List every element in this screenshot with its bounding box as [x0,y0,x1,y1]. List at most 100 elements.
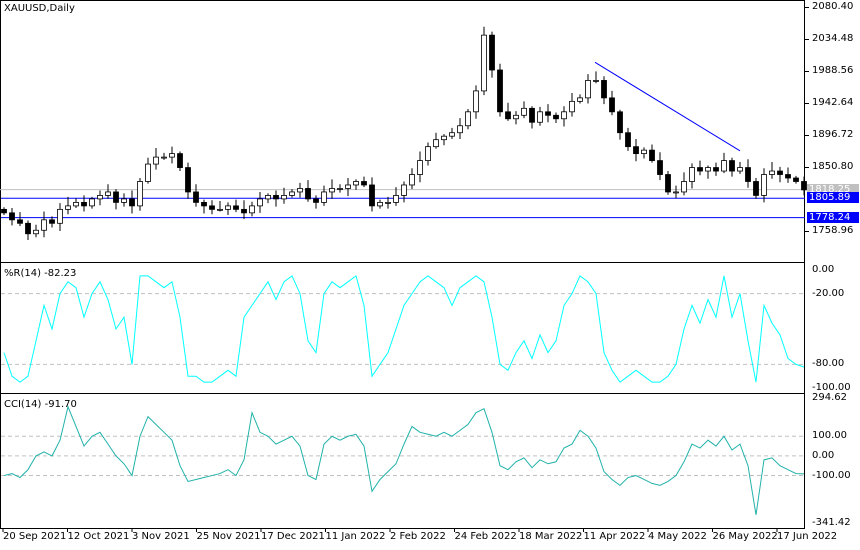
bear-candle [49,219,55,224]
bear-candle [177,153,183,168]
bear-candle [25,222,31,235]
bear-candle [545,111,551,116]
bull-candle [737,167,743,172]
date-label: 20 Sep 2021 [3,531,67,542]
bull-candle [513,114,519,120]
bear-candle [649,149,655,161]
bull-candle [569,100,575,113]
bear-candle [233,205,239,210]
bear-candle [313,198,319,203]
bull-candle [73,202,79,207]
bull-candle [65,205,71,210]
bear-candle [193,191,199,203]
bull-candle [521,107,527,116]
bull-candle [385,202,391,204]
bear-candle [697,167,703,172]
bull-candle [225,205,231,210]
date-label: 26 May 2022 [712,531,778,542]
bear-candle [777,170,783,175]
bull-candle [337,188,343,190]
cci-axis-label: -100.00 [812,469,851,481]
bull-candle [97,195,103,200]
bear-candle [241,208,247,214]
bull-candle [329,188,335,193]
bull-candle [425,146,431,161]
bull-candle [353,181,359,186]
date-label: 18 Mar 2022 [519,531,583,542]
price-tick-label: 2034.48 [812,33,854,44]
bull-candle [449,132,455,137]
level-price-tag: 1805.89 [807,192,859,204]
price-tick-label: 1758.96 [812,225,854,236]
price-tick-label: 1942.64 [812,97,854,108]
bull-candle [401,184,407,196]
bear-candle [209,205,215,210]
date-label: 2 Feb 2022 [390,531,446,542]
bear-candle [201,202,207,207]
bull-candle [641,149,647,155]
price-tick-label: 2080.40 [812,1,854,12]
bull-candle [105,191,111,196]
bear-candle [9,212,15,221]
bear-candle [129,198,135,207]
bear-candle [369,184,375,207]
bear-candle [505,111,511,120]
wr-axis-label: 0.00 [812,264,835,275]
wr-label: %R(14) -82.23 [4,268,77,279]
bear-candle [753,181,759,196]
bear-candle [361,181,367,186]
bull-candle [721,160,727,172]
bear-candle [305,188,311,200]
bull-candle [41,219,47,231]
price-tick-label: 1988.56 [812,65,854,76]
bull-candle [585,80,591,99]
bear-candle [801,181,807,191]
bull-candle [393,195,399,203]
bear-candle [665,174,671,193]
bear-candle [497,69,503,113]
bull-candle [769,170,775,175]
bear-candle [273,195,279,200]
trendline [594,61,741,152]
bull-candle [57,208,63,224]
bull-candle [281,195,287,200]
bull-candle [705,167,711,172]
level-price-tag: 1778.24 [807,211,859,223]
bull-candle [561,111,567,120]
bear-candle [81,202,87,207]
bull-candle [673,191,679,194]
bull-candle [137,181,143,207]
bear-candle [553,114,559,120]
bear-candle [17,219,23,224]
price-tick-label: 1850.80 [812,161,854,172]
wr-line [3,275,805,383]
bull-candle [761,174,767,196]
bull-candle [681,181,687,193]
date-label: 3 Nov 2021 [132,531,190,542]
bull-candle [145,163,151,182]
bull-candle [265,195,271,200]
bear-candle [489,34,495,71]
bear-candle [713,167,719,172]
price-tick [805,135,809,136]
bull-candle [321,191,327,203]
bull-candle [249,205,255,214]
bear-candle [113,191,119,203]
bull-candle [433,139,439,148]
bull-candle [465,111,471,127]
price-tick-label: 1896.72 [812,129,854,140]
bear-candle [633,146,639,155]
date-label: 11 Jan 2022 [325,531,386,542]
wr-axis-label: -20.00 [812,287,845,299]
bull-candle [377,202,383,207]
bull-candle [473,90,479,113]
bear-candle [793,177,799,182]
price-tick [805,103,809,104]
price-tick [805,7,809,8]
bull-candle [121,198,127,203]
date-label: 12 Oct 2021 [67,531,130,542]
bear-candle [529,107,535,123]
bear-candle [617,111,623,134]
date-label: 24 Feb 2022 [454,531,517,542]
date-label: 25 Nov 2021 [196,531,261,542]
